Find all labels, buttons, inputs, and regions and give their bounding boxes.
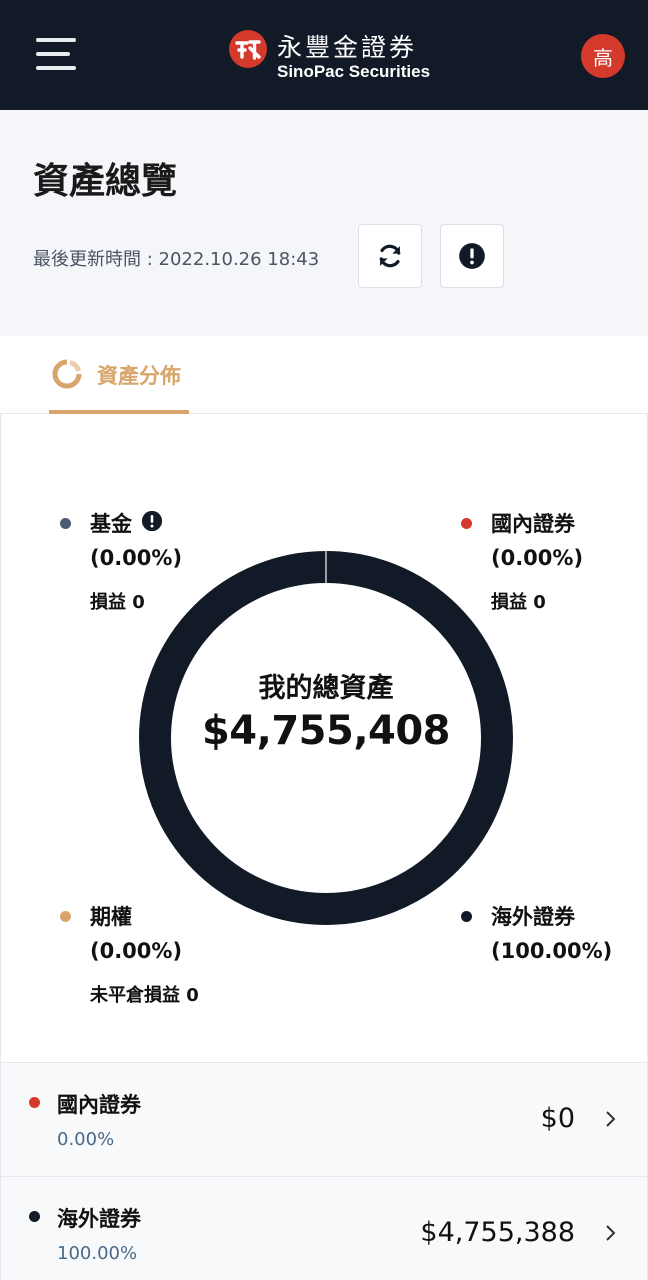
legend-dot — [60, 518, 71, 529]
asset-distribution-chart: 我的總資產 $4,755,408 基金 (0.00%) 損益 0 國內證券 (0… — [0, 414, 648, 1062]
row-percent: 100.00% — [57, 1243, 138, 1264]
exclamation-circle-icon — [459, 243, 485, 269]
legend-profit-loss: 損益 0 — [90, 592, 145, 613]
legend-percent: (100.00%) — [491, 939, 613, 963]
tab-label: 資產分佈 — [97, 364, 181, 388]
asset-row-overseas-securities[interactable]: 海外證券 100.00% $4,755,388 — [0, 1176, 648, 1280]
page-title: 資產總覽 — [33, 161, 178, 202]
legend-percent: (0.00%) — [90, 939, 183, 963]
sinopac-logo-icon — [229, 30, 267, 68]
legend-name: 國內證券 — [491, 512, 575, 536]
row-dot — [29, 1211, 40, 1222]
refresh-button[interactable] — [358, 224, 422, 288]
total-assets-value: $4,755,408 — [201, 708, 451, 754]
row-name: 海外證券 — [57, 1207, 141, 1231]
legend-dot — [60, 911, 71, 922]
legend-percent: (0.00%) — [90, 546, 183, 570]
legend-profit-loss: 未平倉損益 0 — [90, 985, 199, 1006]
row-name: 國內證券 — [57, 1093, 141, 1117]
exclamation-circle-icon[interactable] — [141, 510, 163, 532]
legend-name: 海外證券 — [491, 905, 575, 929]
user-avatar[interactable]: 高 — [581, 34, 625, 78]
row-amount: $0 — [540, 1103, 575, 1134]
info-button[interactable] — [440, 224, 504, 288]
refresh-icon — [379, 244, 401, 268]
brand-name-en: SinoPac Securities — [277, 62, 431, 81]
legend-name: 基金 — [90, 512, 132, 536]
total-assets-label: 我的總資產 — [258, 673, 394, 704]
donut-chart-icon — [52, 359, 82, 389]
last-updated-text: 最後更新時間 : 2022.10.26 18:43 — [33, 249, 320, 270]
legend-name: 期權 — [90, 905, 132, 929]
top-bar: 永豐金證券 SinoPac Securities 高 — [0, 0, 648, 110]
chevron-right-icon — [606, 1111, 616, 1127]
tab-asset-distribution[interactable]: 資產分佈 — [49, 336, 189, 414]
row-amount: $4,755,388 — [420, 1217, 575, 1248]
asset-row-domestic-securities[interactable]: 國內證券 0.00% $0 — [0, 1062, 648, 1177]
row-dot — [29, 1097, 40, 1108]
legend-dot — [461, 518, 472, 529]
hamburger-menu-icon[interactable] — [36, 38, 76, 72]
chevron-right-icon — [606, 1225, 616, 1241]
legend-dot — [461, 911, 472, 922]
page-header: 資產總覽 最後更新時間 : 2022.10.26 18:43 — [0, 110, 648, 336]
brand-name-cn: 永豐金證券 — [277, 33, 418, 62]
tab-bar: 資產分佈 — [0, 336, 648, 414]
legend-profit-loss: 損益 0 — [491, 592, 546, 613]
legend-percent: (0.00%) — [491, 546, 584, 570]
row-percent: 0.00% — [57, 1129, 115, 1150]
